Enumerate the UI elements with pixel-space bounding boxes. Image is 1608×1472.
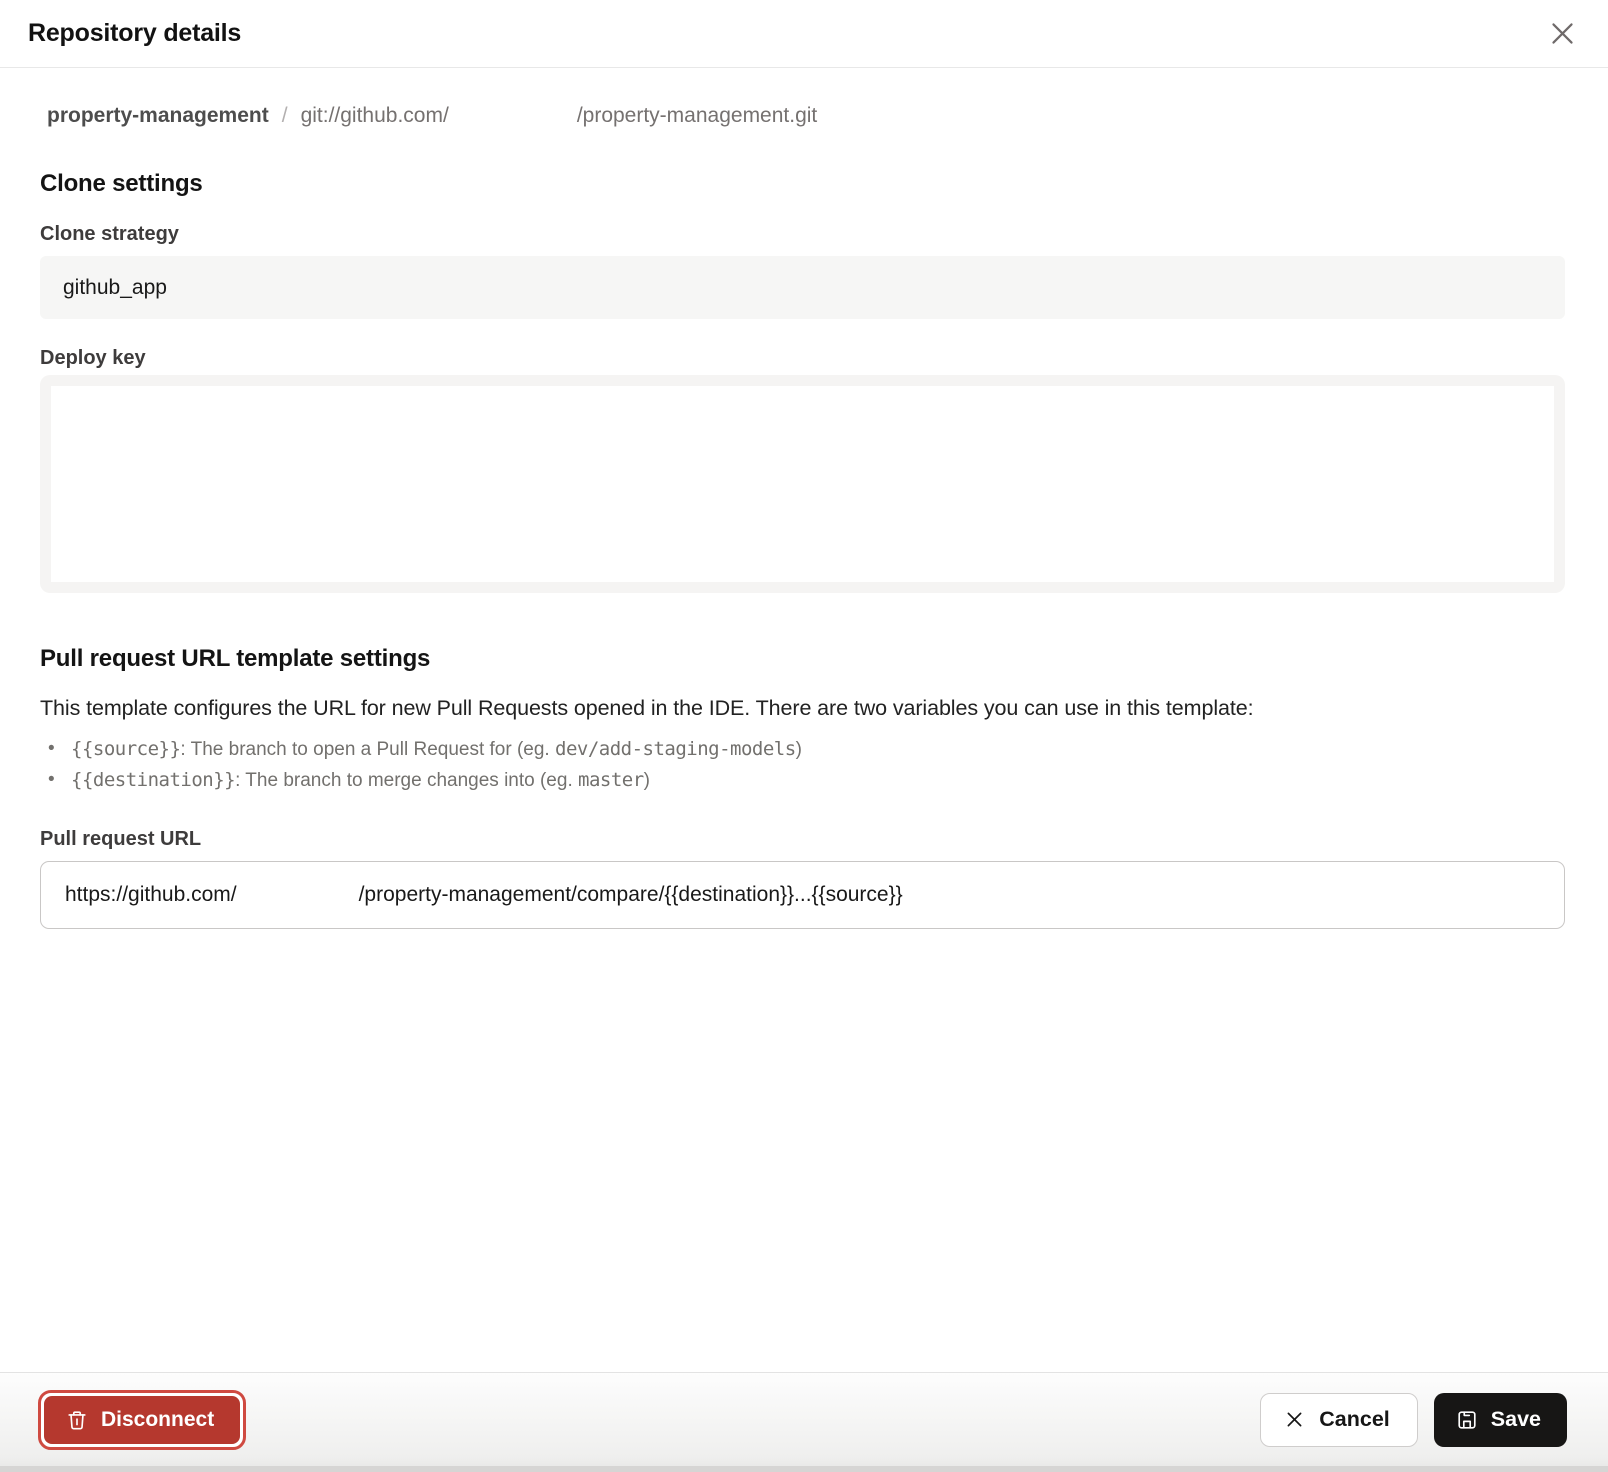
pr-url-value-prefix: https://github.com/	[65, 883, 237, 907]
pr-template-description: This template configures the URL for new…	[40, 696, 1565, 721]
deploy-key-textarea[interactable]	[40, 375, 1565, 593]
list-item: {{source}}: The branch to open a Pull Re…	[40, 734, 1565, 765]
pr-url-value-suffix: /property-management/compare/{{destinati…	[359, 883, 903, 907]
cancel-button-label: Cancel	[1319, 1407, 1390, 1432]
footer-actions: Cancel Save	[1260, 1393, 1567, 1447]
source-variable-code: {{source}}	[71, 738, 180, 760]
source-variable-text: : The branch to open a Pull Request for …	[180, 739, 555, 760]
breadcrumb-separator: /	[282, 104, 288, 128]
page-bottom-edge	[0, 1466, 1608, 1472]
deploy-key-label: Deploy key	[40, 347, 1565, 370]
pr-template-variables-list: {{source}}: The branch to open a Pull Re…	[40, 734, 1565, 796]
pull-request-url-input[interactable]: https://github.com/ /property-management…	[40, 861, 1565, 929]
clone-settings-heading: Clone settings	[40, 170, 1565, 198]
destination-variable-example: master	[578, 769, 644, 791]
disconnect-button-label: Disconnect	[101, 1408, 214, 1432]
cancel-x-icon	[1284, 1409, 1305, 1430]
save-button[interactable]: Save	[1434, 1393, 1567, 1447]
disconnect-button[interactable]: Disconnect	[44, 1396, 240, 1444]
breadcrumb: property-management / git://github.com/ …	[40, 104, 1565, 128]
destination-variable-code: {{destination}}	[71, 769, 235, 791]
repo-url-suffix: /property-management.git	[577, 104, 817, 128]
destination-variable-suffix: )	[644, 770, 650, 791]
close-icon	[1547, 18, 1578, 49]
list-item: {{destination}}: The branch to merge cha…	[40, 765, 1565, 796]
pull-request-url-label: Pull request URL	[40, 828, 1565, 851]
modal-header: Repository details	[0, 0, 1608, 68]
clone-strategy-label: Clone strategy	[40, 223, 1565, 246]
save-floppy-icon	[1456, 1409, 1478, 1431]
cancel-button[interactable]: Cancel	[1260, 1393, 1418, 1447]
clone-strategy-field[interactable]: github_app	[40, 256, 1565, 319]
source-variable-example: dev/add-staging-models	[555, 738, 796, 760]
destination-variable-text: : The branch to merge changes into (eg.	[235, 770, 578, 791]
pr-template-heading: Pull request URL template settings	[40, 645, 1565, 673]
trash-icon	[66, 1409, 88, 1431]
modal-body: property-management / git://github.com/ …	[0, 104, 1608, 929]
save-button-label: Save	[1491, 1407, 1541, 1432]
source-variable-suffix: )	[796, 739, 802, 760]
page-title: Repository details	[28, 19, 241, 48]
close-button[interactable]	[1544, 16, 1580, 52]
disconnect-focus-ring: Disconnect	[38, 1390, 246, 1450]
modal-footer: Disconnect Cancel Save	[0, 1372, 1608, 1472]
clone-strategy-value: github_app	[63, 276, 167, 300]
repo-url-prefix: git://github.com/	[301, 104, 449, 128]
repo-name: property-management	[47, 104, 269, 128]
